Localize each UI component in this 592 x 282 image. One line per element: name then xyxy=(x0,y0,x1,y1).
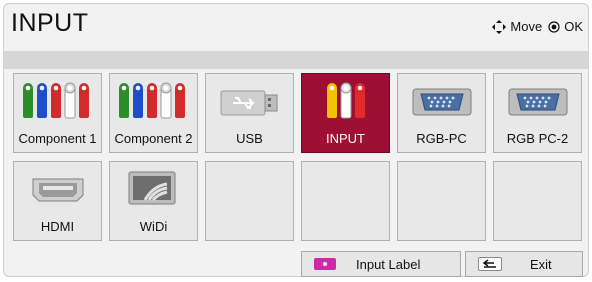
vga-icon xyxy=(398,82,485,122)
component-rca-icon xyxy=(110,82,197,122)
tile-label: WiDi xyxy=(139,219,168,234)
header-divider-bar xyxy=(3,51,589,69)
tile-widi[interactable]: WiDi xyxy=(109,161,198,241)
tile-empty xyxy=(205,161,294,241)
tile-label: RGB-PC xyxy=(416,131,467,146)
tile-component-1[interactable]: Component 1 xyxy=(13,73,102,153)
input-source-grid: Component 1 Component 2 USB INPUT RGB-PC… xyxy=(13,73,584,241)
tile-label: RGB PC-2 xyxy=(506,131,569,146)
hdmi-icon xyxy=(14,170,101,210)
usb-icon xyxy=(206,82,293,122)
widi-icon xyxy=(110,168,197,208)
navigation-hints: Move OK xyxy=(492,19,583,34)
back-arrow-icon xyxy=(478,257,502,271)
tile-label: Component 2 xyxy=(114,131,193,146)
move-hint: Move xyxy=(492,19,542,34)
tile-rgb-pc-2[interactable]: RGB PC-2 xyxy=(493,73,582,153)
av-rca-icon xyxy=(302,82,389,122)
tile-label: USB xyxy=(236,131,263,146)
footer-controls: Input Label Exit xyxy=(3,251,589,277)
move-hint-label: Move xyxy=(510,19,543,34)
tile-label: HDMI xyxy=(40,219,75,234)
tile-hdmi[interactable]: HDMI xyxy=(13,161,102,241)
input-label-button[interactable]: Input Label xyxy=(301,251,461,277)
tile-empty xyxy=(397,161,486,241)
header: INPUT Move OK xyxy=(3,3,589,49)
page-title: INPUT xyxy=(11,9,89,37)
tile-component-2[interactable]: Component 2 xyxy=(109,73,198,153)
component-rca-icon xyxy=(14,82,101,122)
tile-empty xyxy=(493,161,582,241)
tile-rgb-pc[interactable]: RGB-PC xyxy=(397,73,486,153)
tile-input-selected[interactable]: INPUT xyxy=(301,73,390,153)
tile-empty xyxy=(301,161,390,241)
ok-hint-label: OK xyxy=(564,19,583,34)
ok-dot-icon xyxy=(548,20,560,33)
dpad-arrows-icon xyxy=(492,19,507,34)
ok-hint: OK xyxy=(548,19,583,34)
tile-label: Component 1 xyxy=(18,131,97,146)
tile-label: INPUT xyxy=(326,131,365,146)
magenta-key-icon xyxy=(314,258,336,270)
input-menu-panel: INPUT Move OK Component 1 Component 2 US… xyxy=(3,3,589,277)
exit-button[interactable]: Exit xyxy=(465,251,583,277)
vga-icon xyxy=(494,82,581,122)
exit-text: Exit xyxy=(530,256,552,272)
tile-usb[interactable]: USB xyxy=(205,73,294,153)
input-label-text: Input Label xyxy=(356,256,421,272)
